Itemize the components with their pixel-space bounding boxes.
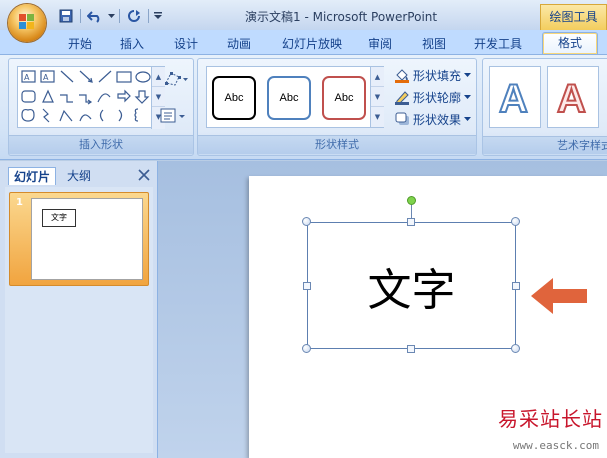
pencil-icon bbox=[395, 91, 409, 105]
wordart-preset-red[interactable]: A bbox=[547, 66, 599, 128]
resize-handle-right[interactable] bbox=[512, 282, 520, 290]
shape-effects-dropdown-icon bbox=[464, 116, 472, 121]
text-box-icon[interactable] bbox=[159, 107, 189, 129]
rotation-handle[interactable] bbox=[407, 196, 416, 205]
slide-number: 1 bbox=[16, 197, 23, 208]
slide-thumbnail[interactable]: 1 文字 bbox=[9, 192, 149, 286]
shape-fill-dropdown-icon bbox=[464, 72, 472, 77]
slide-thumbnail-list: 1 文字 bbox=[5, 187, 153, 453]
quick-access-toolbar bbox=[56, 7, 163, 25]
style-gallery-more-icon[interactable]: ▼ bbox=[371, 107, 384, 127]
resize-handle-top[interactable] bbox=[407, 218, 415, 226]
style-preset-black[interactable]: Abc bbox=[212, 76, 256, 120]
tab-review[interactable]: 审阅 bbox=[362, 34, 398, 54]
customize-qat-icon[interactable] bbox=[153, 7, 163, 25]
thumbnail-preview: 文字 bbox=[31, 198, 143, 280]
shape-effects-label: 形状效果 bbox=[413, 112, 462, 127]
tab-outline[interactable]: 大纲 bbox=[62, 167, 96, 185]
pane-tabs: 幻灯片 大纲 bbox=[0, 165, 158, 185]
style-gallery-down-icon[interactable]: ▼ bbox=[371, 87, 384, 107]
close-icon[interactable] bbox=[138, 169, 150, 181]
tab-slides[interactable]: 幻灯片 bbox=[8, 167, 57, 185]
group-shape-styles: Abc Abc Abc ▲ ▼ ▼ 形状填充 形状轮廓 形状效果 形状样式 bbox=[197, 58, 477, 156]
group-label-insert-shapes: 插入形状 bbox=[9, 135, 193, 154]
resize-handle-top-left[interactable] bbox=[302, 217, 311, 226]
ribbon-tab-bar: 开始 插入 设计 动画 幻灯片放映 审阅 视图 开发工具 格式 bbox=[0, 30, 607, 54]
wordart-blue-icon: A bbox=[498, 76, 529, 120]
group-insert-shapes: A A ▲ ▼ ▼ 插入形状 bbox=[8, 58, 194, 156]
shape-outline-dropdown-icon bbox=[464, 94, 472, 99]
paint-bucket-icon bbox=[395, 69, 409, 83]
svg-text:A: A bbox=[43, 73, 49, 82]
slide-editing-area: 文字 易采站长站 www.easck.com bbox=[158, 161, 607, 458]
slides-pane: 幻灯片 大纲 1 文字 bbox=[0, 161, 158, 458]
style-preset-blue[interactable]: Abc bbox=[267, 76, 311, 120]
tab-format[interactable]: 格式 bbox=[542, 32, 598, 54]
contextual-tab-title: 绘图工具 bbox=[540, 4, 607, 30]
shape-fill-label: 形状填充 bbox=[413, 68, 462, 83]
wordart-red-icon: A bbox=[556, 76, 587, 120]
group-label-wordart-styles: 艺术字样式 bbox=[483, 136, 607, 154]
wordart-preset-blue[interactable]: A bbox=[489, 66, 541, 128]
window-title: 演示文稿1 - Microsoft PowerPoint bbox=[245, 10, 438, 24]
tab-slideshow[interactable]: 幻灯片放映 bbox=[276, 34, 348, 54]
redo-icon[interactable] bbox=[124, 7, 144, 25]
style-gallery-up-icon[interactable]: ▲ bbox=[371, 67, 384, 87]
tab-animations[interactable]: 动画 bbox=[221, 34, 257, 54]
qat-separator bbox=[80, 9, 81, 23]
save-icon[interactable] bbox=[56, 7, 76, 25]
qat-separator bbox=[148, 9, 149, 23]
thumbnail-text: 文字 bbox=[42, 209, 76, 227]
style-gallery-scrollbar[interactable]: ▲ ▼ ▼ bbox=[370, 67, 384, 127]
tab-view[interactable]: 视图 bbox=[416, 34, 452, 54]
ribbon: A A ▲ ▼ ▼ 插入形状 Abc Abc Abc ▲ ▼ ▼ 形状填充 形状… bbox=[0, 54, 607, 160]
shape-effects-button[interactable]: 形状效果 bbox=[394, 110, 472, 128]
tab-developer[interactable]: 开发工具 bbox=[468, 34, 528, 54]
resize-handle-bottom-right[interactable] bbox=[511, 344, 520, 353]
resize-handle-bottom-left[interactable] bbox=[302, 344, 311, 353]
shape-fill-button[interactable]: 形状填充 bbox=[394, 66, 472, 84]
undo-icon[interactable] bbox=[85, 7, 105, 25]
tab-insert[interactable]: 插入 bbox=[114, 34, 150, 54]
resize-handle-left[interactable] bbox=[303, 282, 311, 290]
group-wordart-styles: A A 艺术字样式 bbox=[482, 58, 607, 156]
tab-home[interactable]: 开始 bbox=[62, 34, 98, 54]
office-logo-icon bbox=[19, 14, 35, 30]
edit-shape-icon[interactable] bbox=[163, 69, 193, 91]
svg-text:A: A bbox=[499, 77, 528, 120]
group-label-shape-styles: 形状样式 bbox=[198, 135, 476, 154]
shapes-icon-grid: A A bbox=[21, 70, 151, 123]
title-bar: 演示文稿1 - Microsoft PowerPoint 绘图工具 bbox=[0, 0, 607, 42]
selected-text-box[interactable]: 文字 bbox=[307, 222, 516, 349]
watermark-logo: 易采站长站 bbox=[498, 407, 603, 431]
tab-design[interactable]: 设计 bbox=[168, 34, 204, 54]
qat-separator bbox=[119, 9, 120, 23]
dropdown-arrow-icon[interactable] bbox=[107, 7, 115, 25]
resize-handle-top-right[interactable] bbox=[511, 217, 520, 226]
slide[interactable]: 文字 易采站长站 www.easck.com bbox=[249, 176, 607, 458]
svg-text:A: A bbox=[24, 73, 30, 82]
shape-outline-label: 形状轮廓 bbox=[413, 90, 462, 105]
shape-effects-icon bbox=[395, 112, 409, 125]
shape-gallery[interactable]: A A ▲ ▼ ▼ bbox=[17, 66, 165, 129]
svg-text:A: A bbox=[557, 77, 586, 120]
resize-handle-bottom[interactable] bbox=[407, 345, 415, 353]
watermark-url: www.easck.com bbox=[512, 439, 599, 452]
style-preset-red[interactable]: Abc bbox=[322, 76, 366, 120]
pointer-arrow-icon bbox=[531, 278, 587, 314]
office-button[interactable] bbox=[8, 4, 46, 42]
style-gallery[interactable]: Abc Abc Abc ▲ ▼ ▼ bbox=[206, 66, 384, 128]
shape-outline-button[interactable]: 形状轮廓 bbox=[394, 88, 472, 106]
